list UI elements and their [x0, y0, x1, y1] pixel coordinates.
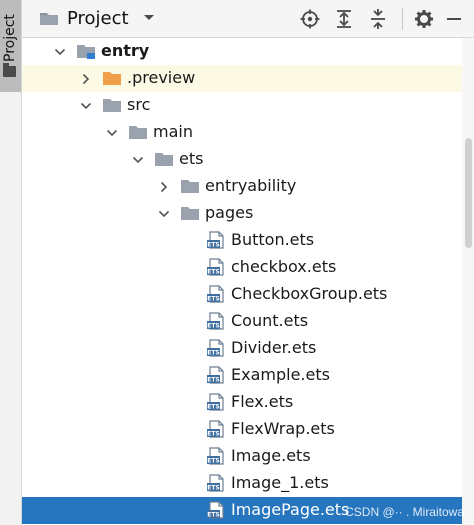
tree-row[interactable]: ETS checkbox.ets [22, 254, 462, 281]
tree-item-label: .preview [127, 68, 196, 87]
tree-item-label: Button.ets [231, 230, 315, 249]
folder-icon [129, 126, 147, 139]
svg-text:ETS: ETS [207, 404, 220, 411]
svg-text:ETS: ETS [207, 512, 220, 519]
tree-item-label: CheckboxGroup.ets [231, 284, 388, 303]
svg-text:ETS: ETS [207, 269, 220, 276]
ets-file-icon: ETS [207, 366, 224, 384]
scrollbar-thumb[interactable] [465, 138, 472, 248]
chevron-down-icon[interactable] [54, 46, 66, 58]
tree-row[interactable]: entry [22, 38, 462, 65]
orange-folder-icon [103, 72, 121, 85]
ets-file-icon: ETS [207, 312, 224, 330]
chevron-down-icon[interactable] [142, 11, 156, 27]
folder-icon [181, 207, 199, 220]
gear-icon[interactable] [412, 7, 436, 31]
tree-row[interactable]: entryability [22, 173, 462, 200]
module-folder-icon [77, 45, 95, 59]
tree-item-label: ets [179, 149, 204, 168]
tree-item-label: Flex.ets [231, 392, 294, 411]
tree-row[interactable]: ETS Example.ets [22, 362, 462, 389]
chevron-down-icon[interactable] [158, 208, 170, 220]
tree-item-label: Count.ets [231, 311, 309, 330]
minimize-icon[interactable] [442, 7, 466, 31]
ets-file-icon: ETS [207, 474, 224, 492]
tree-item-label: FlexWrap.ets [231, 419, 335, 438]
tree-row[interactable]: ETS Image_1.ets [22, 470, 462, 497]
tree-row[interactable]: ETS Count.ets [22, 308, 462, 335]
vertical-scrollbar[interactable] [462, 38, 474, 525]
tree-item-label: entry [101, 41, 150, 60]
tree-row[interactable]: ets [22, 146, 462, 173]
svg-text:ETS: ETS [207, 431, 220, 438]
tree-item-label: entryability [205, 176, 297, 195]
svg-text:ETS: ETS [207, 485, 220, 492]
chevron-right-icon[interactable] [80, 73, 92, 85]
folder-icon [103, 99, 121, 112]
tree-row[interactable]: ETS Button.ets [22, 227, 462, 254]
tree-item-label: Image_1.ets [231, 473, 329, 492]
chevron-down-icon[interactable] [132, 154, 144, 166]
tree-item-label: pages [205, 203, 254, 222]
folder-icon [3, 63, 16, 77]
svg-text:ETS: ETS [207, 350, 220, 357]
tree-row[interactable]: ETS Image.ets [22, 443, 462, 470]
toolbar-separator [402, 8, 403, 30]
ets-file-icon: ETS [207, 447, 224, 465]
ets-file-icon: ETS [207, 258, 224, 276]
ets-file-icon: ETS [207, 393, 224, 411]
chevron-right-icon[interactable] [158, 181, 170, 193]
panel-title: Project [67, 8, 129, 29]
ets-file-icon: ETS [207, 285, 224, 303]
svg-text:ETS: ETS [207, 323, 220, 330]
tree-row[interactable]: ETS CheckboxGroup.ets [22, 281, 462, 308]
project-tool-tab[interactable]: Project [0, 0, 21, 92]
tree-item-label: Divider.ets [231, 338, 317, 357]
svg-text:ETS: ETS [207, 458, 220, 465]
tool-window-strip: Project [0, 0, 22, 525]
chevron-down-icon[interactable] [80, 100, 92, 112]
ets-file-icon: ETS [207, 420, 224, 438]
tree-row[interactable]: ETS FlexWrap.ets [22, 416, 462, 443]
tree-item-label: checkbox.ets [231, 257, 337, 276]
svg-text:ETS: ETS [207, 242, 220, 249]
project-tree: entry .preview src main ets entryability pages… [22, 38, 474, 525]
ets-file-icon: ETS [207, 339, 224, 357]
project-folder-icon [40, 13, 58, 25]
ets-file-icon: ETS [207, 231, 224, 249]
project-panel-header: Project [22, 0, 474, 38]
expand-all-icon[interactable] [332, 7, 356, 31]
tree-item-label: Image.ets [231, 446, 311, 465]
tree-row[interactable]: main [22, 119, 462, 146]
tree-row[interactable]: src [22, 92, 462, 119]
tree-row[interactable]: pages [22, 200, 462, 227]
collapse-all-icon[interactable] [366, 7, 390, 31]
svg-text:ETS: ETS [207, 377, 220, 384]
folder-icon [155, 153, 173, 166]
locate-icon[interactable] [298, 7, 322, 31]
tree-item-label: ImagePage.ets [231, 500, 350, 519]
project-tool-tab-label: Project [2, 14, 18, 62]
tree-row[interactable]: ETS Flex.ets [22, 389, 462, 416]
tree-item-label: src [127, 95, 151, 114]
tree-item-label: main [153, 122, 193, 141]
watermark-text: CSDN @·· . Miraitowa [345, 505, 464, 519]
chevron-down-icon[interactable] [106, 127, 118, 139]
tree-item-label: Example.ets [231, 365, 330, 384]
ets-file-icon: ETS [207, 501, 224, 519]
tree-row[interactable]: ETS Divider.ets [22, 335, 462, 362]
tree-row[interactable]: .preview [22, 65, 462, 92]
folder-icon [181, 180, 199, 193]
svg-text:ETS: ETS [207, 296, 220, 303]
